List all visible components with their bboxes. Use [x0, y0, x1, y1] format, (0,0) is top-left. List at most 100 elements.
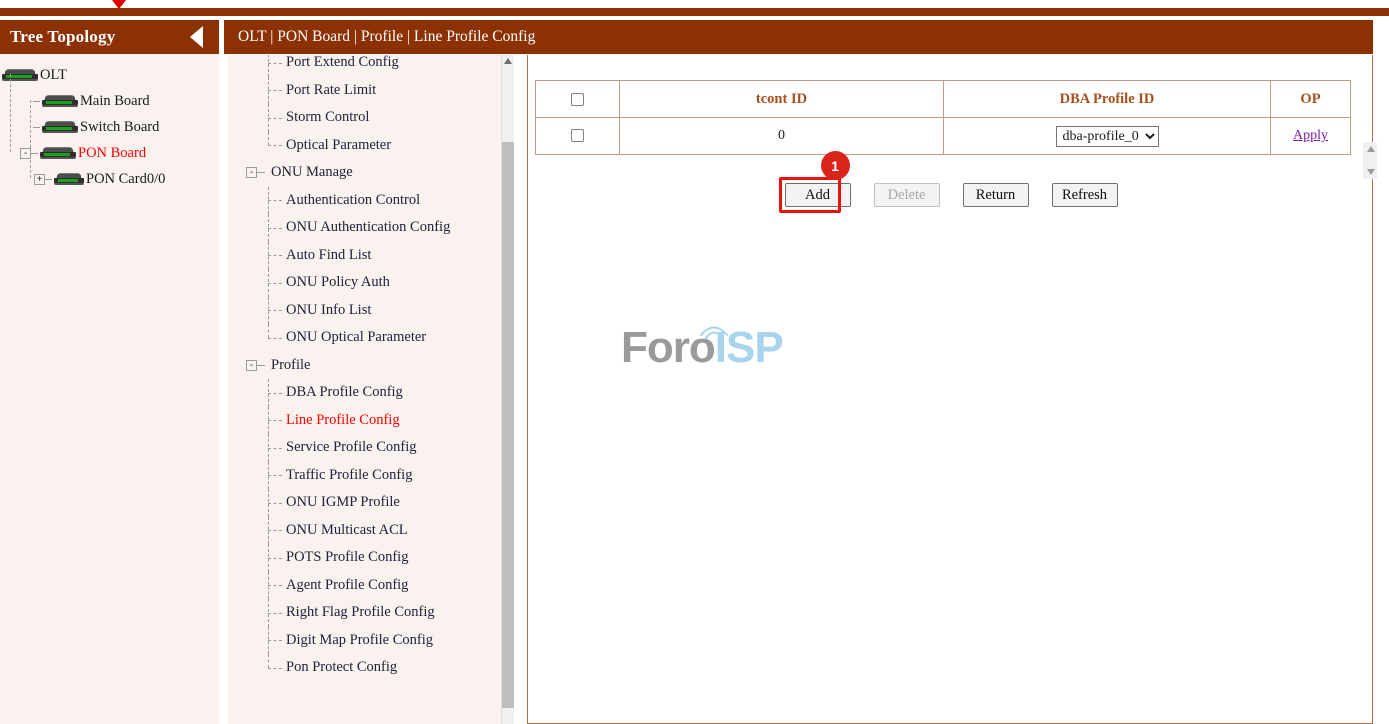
menu-connector: [257, 365, 265, 366]
menu-tree-connector: [260, 324, 286, 352]
menu-item-port-rate-limit[interactable]: Port Rate Limit: [244, 77, 514, 105]
tree-connector: [33, 101, 40, 102]
menu-item-label: Line Profile Config: [286, 412, 400, 429]
menu-item-label: Service Profile Config: [286, 439, 416, 456]
wifi-signal-icon: [697, 319, 731, 341]
sidebar-header: Tree Topology: [0, 20, 219, 54]
menu-item-optical-parameter[interactable]: Optical Parameter: [244, 132, 514, 160]
device-board-icon: [42, 94, 78, 108]
header-select-all-cell: [536, 81, 620, 118]
device-olt-icon: [2, 68, 38, 82]
header-dba-profile-id: DBA Profile ID: [944, 81, 1271, 118]
cell-op: Apply: [1271, 118, 1351, 155]
menu-item-profile[interactable]: - Profile: [244, 352, 514, 380]
dba-profile-select[interactable]: dba-profile_0: [1056, 126, 1159, 147]
menu-item-agent-profile-config[interactable]: Agent Profile Config: [244, 572, 514, 600]
menu-item-onu-authentication-config[interactable]: ONU Authentication Config: [244, 214, 514, 242]
menu-tree-connector: [260, 104, 286, 132]
menu-item-auto-find-list[interactable]: Auto Find List: [244, 242, 514, 270]
navigation-menu-panel: Port Extend Config Port Rate Limit Storm C…: [228, 55, 514, 724]
row-checkbox[interactable]: [571, 129, 584, 142]
menu-item-label: Port Rate Limit: [286, 82, 376, 99]
refresh-button[interactable]: Refresh: [1052, 183, 1118, 207]
menu-item-label: Pon Protect Config: [286, 659, 397, 676]
tree-item-pon-board[interactable]: -PON Board: [0, 140, 219, 166]
menu-tree-connector: [260, 242, 286, 270]
table-row: 0dba-profile_0Apply: [536, 118, 1351, 155]
cell-dba-profile-id: dba-profile_0: [944, 118, 1271, 155]
menu-item-onu-policy-auth[interactable]: ONU Policy Auth: [244, 269, 514, 297]
menu-item-onu-multicast-acl[interactable]: ONU Multicast ACL: [244, 517, 514, 545]
menu-item-pon-protect-config[interactable]: Pon Protect Config: [244, 654, 514, 682]
collapse-group-icon[interactable]: -: [246, 167, 257, 178]
menu-item-onu-igmp-profile[interactable]: ONU IGMP Profile: [244, 489, 514, 517]
tcont-profile-table: tcont ID DBA Profile ID OP 0dba-profile_…: [535, 80, 1351, 155]
menu-scrollbar-thumb[interactable]: [502, 142, 514, 708]
menu-tree-connector: [260, 132, 286, 160]
tree-item-olt[interactable]: OLT: [0, 62, 219, 88]
menu-item-line-profile-config[interactable]: Line Profile Config: [244, 407, 514, 435]
profile-table-wrapper: tcont ID DBA Profile ID OP 0dba-profile_…: [535, 80, 1355, 155]
table-body: 0dba-profile_0Apply: [536, 118, 1351, 155]
scroll-up-arrow-icon[interactable]: [504, 58, 512, 64]
menu-item-label: Auto Find List: [286, 247, 371, 264]
apply-link[interactable]: Apply: [1293, 128, 1328, 143]
row-scroll-up-arrow-icon[interactable]: [1367, 146, 1375, 152]
expand-node-icon[interactable]: +: [34, 174, 45, 185]
delete-button: Delete: [874, 183, 940, 207]
select-all-checkbox[interactable]: [571, 93, 584, 106]
menu-tree-connector: [260, 269, 286, 297]
menu-item-onu-manage[interactable]: - ONU Manage: [244, 159, 514, 187]
menu-item-right-flag-profile-config[interactable]: Right Flag Profile Config: [244, 599, 514, 627]
return-button[interactable]: Return: [963, 183, 1029, 207]
menu-tree-connector: [260, 517, 286, 545]
device-tree: OLT Main BoardSwitch Board-PON Board + PON …: [0, 54, 219, 192]
menu-item-label: Port Extend Config: [286, 55, 399, 71]
app-root: Tree Topology OLTMain BoardSwitch Board-…: [0, 0, 1389, 724]
menu-scrollbar[interactable]: [501, 55, 514, 724]
menu-item-storm-control[interactable]: Storm Control: [244, 104, 514, 132]
step-badge-1: 1: [821, 151, 850, 180]
header-tcont-id: tcont ID: [620, 81, 944, 118]
table-row-scrollbar[interactable]: [1363, 142, 1377, 179]
add-button-wrapper: Add 1: [785, 183, 851, 207]
menu-item-service-profile-config[interactable]: Service Profile Config: [244, 434, 514, 462]
tree-item-label: PON Board: [78, 145, 146, 162]
menu-item-onu-optical-parameter[interactable]: ONU Optical Parameter: [244, 324, 514, 352]
tree-item-pon-card0-0[interactable]: + PON Card0/0: [0, 166, 219, 192]
menu-item-traffic-profile-config[interactable]: Traffic Profile Config: [244, 462, 514, 490]
tree-vertical-connector: [10, 74, 11, 152]
collapse-group-icon[interactable]: -: [246, 360, 257, 371]
tree-connector: [33, 127, 40, 128]
tree-item-label: OLT: [40, 67, 67, 84]
top-accent-bar: [0, 8, 1389, 16]
row-scroll-down-arrow-icon[interactable]: [1367, 169, 1375, 175]
tree-item-switch-board[interactable]: Switch Board: [0, 114, 219, 140]
menu-item-authentication-control[interactable]: Authentication Control: [244, 187, 514, 215]
tree-item-label: PON Card0/0: [86, 171, 165, 188]
menu-item-label: Traffic Profile Config: [286, 467, 412, 484]
collapse-left-arrow-icon[interactable]: [190, 26, 203, 48]
menu-item-pots-profile-config[interactable]: POTS Profile Config: [244, 544, 514, 572]
main-content-panel: ForoISP tcont ID DBA Profile ID OP: [527, 55, 1373, 724]
menu-item-label: ONU Info List: [286, 302, 371, 319]
menu-item-digit-map-profile-config[interactable]: Digit Map Profile Config: [244, 627, 514, 655]
menu-tree-connector: [260, 544, 286, 572]
menu-tree-connector: [260, 654, 286, 682]
menu-tree-connector: [260, 187, 286, 215]
menu-tree-connector: [260, 572, 286, 600]
tree-item-main-board[interactable]: Main Board: [0, 88, 219, 114]
device-card-icon: [54, 172, 84, 186]
add-button[interactable]: Add: [785, 183, 851, 207]
menu-item-onu-info-list[interactable]: ONU Info List: [244, 297, 514, 325]
row-select-cell: [536, 118, 620, 155]
menu-item-port-extend-config[interactable]: Port Extend Config: [244, 55, 514, 77]
menu-item-dba-profile-config[interactable]: DBA Profile Config: [244, 379, 514, 407]
menu-item-label: Agent Profile Config: [286, 577, 408, 594]
menu-item-label: Profile: [271, 357, 310, 374]
menu-item-label: ONU Manage: [271, 164, 353, 181]
menu-item-label: Right Flag Profile Config: [286, 604, 435, 621]
menu-tree-connector: [260, 434, 286, 462]
menu-item-label: POTS Profile Config: [286, 549, 408, 566]
device-board-icon: [40, 146, 76, 160]
